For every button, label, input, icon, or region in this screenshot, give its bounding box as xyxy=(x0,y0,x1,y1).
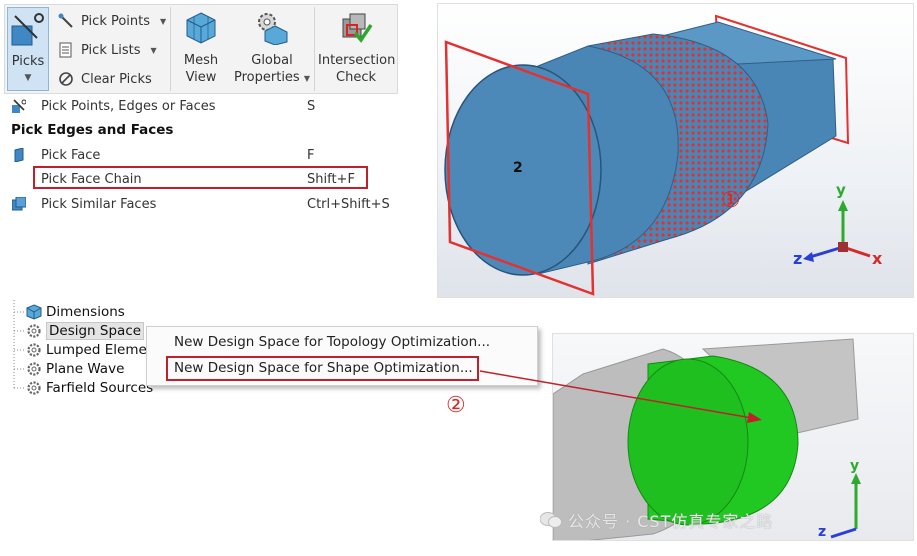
axis-x-label: x xyxy=(872,249,883,268)
menu-item-label: Pick Face xyxy=(41,147,101,163)
menu-item-label: Pick Points, Edges or Faces xyxy=(41,98,216,114)
tree-item-lumped-elements[interactable]: Lumped Eleme xyxy=(26,341,147,359)
axis-z-arrow xyxy=(803,252,814,262)
dimensions-icon xyxy=(26,304,42,320)
viewport-pick-face-chain[interactable]: 2 ① y x z xyxy=(437,3,914,298)
face-icon xyxy=(14,148,24,162)
menu-item-shortcut: Ctrl+Shift+S xyxy=(307,196,390,212)
axis-z-label: z xyxy=(818,524,827,540)
pick-points-icon xyxy=(58,13,73,28)
pick-lists-icon xyxy=(59,42,72,58)
wechat-icon xyxy=(540,512,562,528)
pick-lists-dropdown-icon: ▼ xyxy=(150,45,157,55)
similar-faces-icon xyxy=(12,197,26,211)
axis-y-arrow xyxy=(851,473,861,484)
pick-lists-button[interactable]: Pick Lists ▼ xyxy=(57,39,157,61)
tree-item-label: Lumped Eleme xyxy=(46,342,147,358)
gear-icon xyxy=(27,381,41,395)
global-properties-icon xyxy=(258,13,288,46)
pick-lists-label: Pick Lists xyxy=(81,42,141,58)
tree-item-plane-wave[interactable]: Plane Wave xyxy=(26,360,124,378)
pick-points-dropdown-icon: ▼ xyxy=(160,16,167,26)
mesh-cube-icon xyxy=(186,12,216,44)
tree-item-label: Farfield Sources xyxy=(46,380,154,396)
menu-item-pick-face[interactable]: Pick Face F xyxy=(8,143,398,167)
pick-menu: Pick Points, Edges or Faces S Pick Edges… xyxy=(0,94,400,216)
menu-item-shortcut: F xyxy=(307,147,315,163)
picks-dropdown-icon: ▼ xyxy=(24,73,32,83)
axis-y-label: y xyxy=(836,181,846,199)
face-label: 2 xyxy=(513,160,523,176)
highlight-box-shape-optimization xyxy=(166,356,479,381)
step-marker-2: ② xyxy=(446,393,466,418)
highlight-box-pick-face-chain xyxy=(33,166,368,189)
ribbon-separator xyxy=(314,7,315,91)
watermark-text: 公众号 · CST仿真专家之路 xyxy=(568,512,774,531)
navigation-tree: Dimensions Design Space Lumped Eleme Pla… xyxy=(10,300,160,400)
tree-item-farfield-sources[interactable]: Farfield Sources xyxy=(26,379,153,397)
tree-item-label: Plane Wave xyxy=(46,361,125,377)
gear-icon xyxy=(27,362,41,376)
clear-picks-icon xyxy=(59,72,73,86)
intersection-check-button[interactable]: Intersection Check xyxy=(318,7,396,91)
menu-section-header: Pick Edges and Faces xyxy=(11,122,174,138)
global-properties-dropdown-icon: ▼ xyxy=(303,74,310,83)
mesh-view-label-line1: Mesh xyxy=(183,53,219,68)
menu-item-shortcut: S xyxy=(307,98,316,114)
tree-item-design-space[interactable]: Design Space xyxy=(26,322,145,340)
menu-item-pick-points-edges-faces[interactable]: Pick Points, Edges or Faces S xyxy=(8,94,398,118)
ribbon-toolbar: Picks ▼ Pick Points ▼ Pick Lists ▼ Clear… xyxy=(4,4,398,94)
tree-item-label: Dimensions xyxy=(46,304,125,320)
pick-cursor-icon xyxy=(12,99,26,113)
model-canvas xyxy=(444,14,871,296)
intersection-check-label-line2: Check xyxy=(336,70,376,85)
pick-points-label: Pick Points xyxy=(81,13,151,29)
menu-item-pick-similar-faces[interactable]: Pick Similar Faces Ctrl+Shift+S xyxy=(8,192,398,216)
pick-cursor-icon xyxy=(11,13,44,46)
tree-item-label: Design Space xyxy=(46,322,145,340)
picks-button[interactable]: Picks ▼ xyxy=(7,7,49,91)
intersection-check-label-line1: Intersection xyxy=(318,53,396,68)
gear-icon xyxy=(27,324,41,338)
clear-picks-label: Clear Picks xyxy=(81,71,152,87)
tree-item-dimensions[interactable]: Dimensions xyxy=(26,303,125,321)
axis-z-label: z xyxy=(793,249,803,268)
mesh-view-label-line2: View xyxy=(185,70,217,85)
clear-picks-button[interactable]: Clear Picks xyxy=(57,68,152,90)
axis-origin xyxy=(838,242,848,252)
global-properties-button[interactable]: Global Properties ▼ xyxy=(233,7,311,91)
menu-item-label: Pick Similar Faces xyxy=(41,196,157,212)
axis-y-label: y xyxy=(850,458,860,474)
design-space-end-face xyxy=(627,358,749,526)
intersection-check-icon xyxy=(342,13,373,43)
ribbon-separator xyxy=(170,7,171,91)
pick-points-button[interactable]: Pick Points ▼ xyxy=(57,10,166,32)
gear-icon xyxy=(27,343,41,357)
cylinder-end-face xyxy=(444,64,602,276)
picks-label: Picks xyxy=(11,54,45,69)
global-properties-label-line2: Properties ▼ xyxy=(234,70,310,85)
axis-y-arrow xyxy=(838,200,848,211)
mesh-view-button[interactable]: Mesh View xyxy=(175,7,227,91)
global-properties-label-line1: Global xyxy=(251,53,293,68)
watermark: 公众号 · CST仿真专家之路 xyxy=(540,508,773,532)
axis-z-line xyxy=(830,527,857,539)
menu-item-topology-optimization[interactable]: New Design Space for Topology Optimizati… xyxy=(174,334,490,350)
step-marker-1: ① xyxy=(721,188,741,213)
